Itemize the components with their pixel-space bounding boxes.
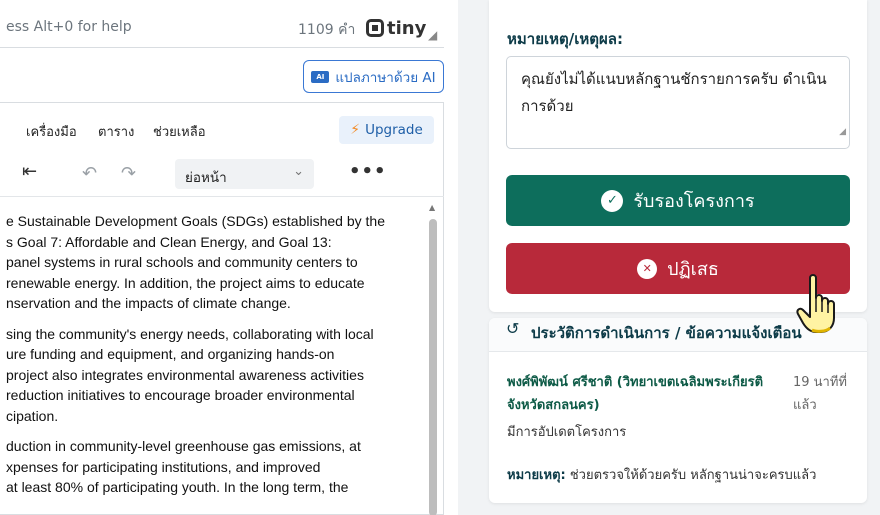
history-icon: ↺ xyxy=(506,319,520,338)
history-card: ↺ ประวัติการดำเนินการ / ข้อความแจ้งเตือน… xyxy=(489,318,867,503)
tiny-logo-text: tiny xyxy=(387,17,427,39)
tiny-logo-icon xyxy=(366,19,384,37)
editor-line: ure funding and equipment, and organizin… xyxy=(6,346,335,362)
menu-help[interactable]: ช่วยเหลือ xyxy=(153,121,206,142)
undo-icon[interactable]: ↶ xyxy=(82,163,97,184)
editor-line: e Sustainable Development Goals (SDGs) e… xyxy=(6,213,385,229)
editor-content[interactable]: e Sustainable Development Goals (SDGs) e… xyxy=(0,211,425,515)
editor-line: s Goal 7: Affordable and Clean Energy, a… xyxy=(6,233,332,250)
editor-line: renewable energy. In addition, the proje… xyxy=(6,274,365,291)
editor-status-bar: ess Alt+0 for help 1109 คำ tiny ◢ xyxy=(0,8,444,48)
editor-line: cipation. xyxy=(6,407,59,424)
upgrade-label: Upgrade xyxy=(365,122,423,138)
remark-text: ช่วยตรวจให้ด้วยครับ หลักฐานน่าจะครบแล้ว xyxy=(565,468,817,483)
x-circle-icon: ✕ xyxy=(637,258,658,279)
scrollbar-thumb[interactable] xyxy=(429,219,437,515)
editor-line: xpenses for participating institutions, … xyxy=(6,458,321,475)
approve-button[interactable]: ✓ รับรองโครงการ xyxy=(506,175,850,226)
history-title: ประวัติการดำเนินการ / ข้อความแจ้งเตือน xyxy=(531,324,802,342)
note-label: หมายเหตุ/เหตุผล: xyxy=(507,30,623,48)
menu-table[interactable]: ตาราง xyxy=(98,121,134,142)
editor-line: at least 80% of participating youth. In … xyxy=(6,479,349,495)
keyboard-help-hint: ess Alt+0 for help xyxy=(6,19,132,35)
editor-line: project also integrates environmental aw… xyxy=(6,366,364,383)
editor-line: reduction initiatives to encourage broad… xyxy=(6,387,355,403)
editor-paragraph: duction in community-level greenhouse ga… xyxy=(0,436,425,498)
paragraph-style-select[interactable]: ย่อหน้า ⌄ xyxy=(175,159,314,189)
history-action: มีการอัปเดตโครงการ xyxy=(507,425,627,440)
editor-paragraph: sing the community's energy needs, colla… xyxy=(0,324,425,427)
review-card: หมายเหตุ/เหตุผล: คุณยังไม่ได้แนบหลักฐานช… xyxy=(489,0,867,312)
hand-pointer-cursor-icon xyxy=(796,274,835,333)
rich-text-editor: เครื่องมือ ตาราง ช่วยเหลือ ⚡ Upgrade ⇤ ↶… xyxy=(0,102,444,515)
check-circle-icon: ✓ xyxy=(601,189,624,212)
reject-label: ปฏิเสธ xyxy=(667,259,719,280)
editor-line: nservation and the impacts of climate ch… xyxy=(6,295,291,311)
more-options-icon[interactable]: ••• xyxy=(349,161,387,182)
redo-icon[interactable]: ↷ xyxy=(121,163,136,184)
chevron-down-icon: ⌄ xyxy=(293,164,304,179)
history-remark: หมายเหตุ: ช่วยตรวจให้ด้วยครับ หลักฐานน่า… xyxy=(507,464,816,485)
lightning-icon: ⚡ xyxy=(350,122,361,138)
editor-line: panel systems in rural schools and commu… xyxy=(6,254,358,270)
textarea-resize-icon[interactable]: ◢ xyxy=(839,119,846,146)
tiny-logo[interactable]: tiny xyxy=(366,17,426,39)
word-count[interactable]: 1109 คำ xyxy=(298,19,355,41)
app-root: ess Alt+0 for help 1109 คำ tiny ◢ AI แปล… xyxy=(0,0,880,515)
history-author: พงศ์พิพัฒน์ ศรีชาติ (วิทยาเขตเฉลิมพระเกี… xyxy=(507,375,764,413)
note-textarea[interactable]: คุณยังไม่ได้แนบหลักฐานชักรายการครับ ดำเน… xyxy=(506,56,850,149)
editor-menubar: เครื่องมือ ตาราง ช่วยเหลือ ⚡ Upgrade xyxy=(0,103,444,153)
approve-label: รับรองโครงการ xyxy=(633,191,755,212)
upgrade-button[interactable]: ⚡ Upgrade xyxy=(339,116,434,144)
resize-handle-icon[interactable]: ◢ xyxy=(428,28,437,42)
editor-line: sing the community's energy needs, colla… xyxy=(6,325,374,342)
editor-paragraph: e Sustainable Development Goals (SDGs) e… xyxy=(0,211,425,314)
editor-panel: ess Alt+0 for help 1109 คำ tiny ◢ AI แปล… xyxy=(0,0,458,515)
paragraph-style-value: ย่อหน้า xyxy=(185,170,227,186)
editor-line: duction in community-level greenhouse ga… xyxy=(6,438,361,454)
menu-tools[interactable]: เครื่องมือ xyxy=(26,121,77,142)
ai-translate-icon: AI xyxy=(311,70,330,83)
note-text: คุณยังไม่ได้แนบหลักฐานชักรายการครับ ดำเน… xyxy=(521,70,827,115)
editor-toolbar: ⇤ ↶ ↷ ย่อหน้า ⌄ ••• xyxy=(0,153,444,197)
translate-ai-label: แปลภาษาด้วย AI xyxy=(335,69,436,86)
translate-ai-button[interactable]: AI แปลภาษาด้วย AI xyxy=(303,60,444,93)
scroll-up-icon[interactable]: ▲ xyxy=(429,203,435,212)
outdent-icon[interactable]: ⇤ xyxy=(22,161,37,182)
remark-label: หมายเหตุ: xyxy=(507,468,566,483)
history-time: 19 นาทีที่แล้ว xyxy=(793,375,847,413)
editor-scrollbar[interactable]: ▲ xyxy=(427,203,439,515)
